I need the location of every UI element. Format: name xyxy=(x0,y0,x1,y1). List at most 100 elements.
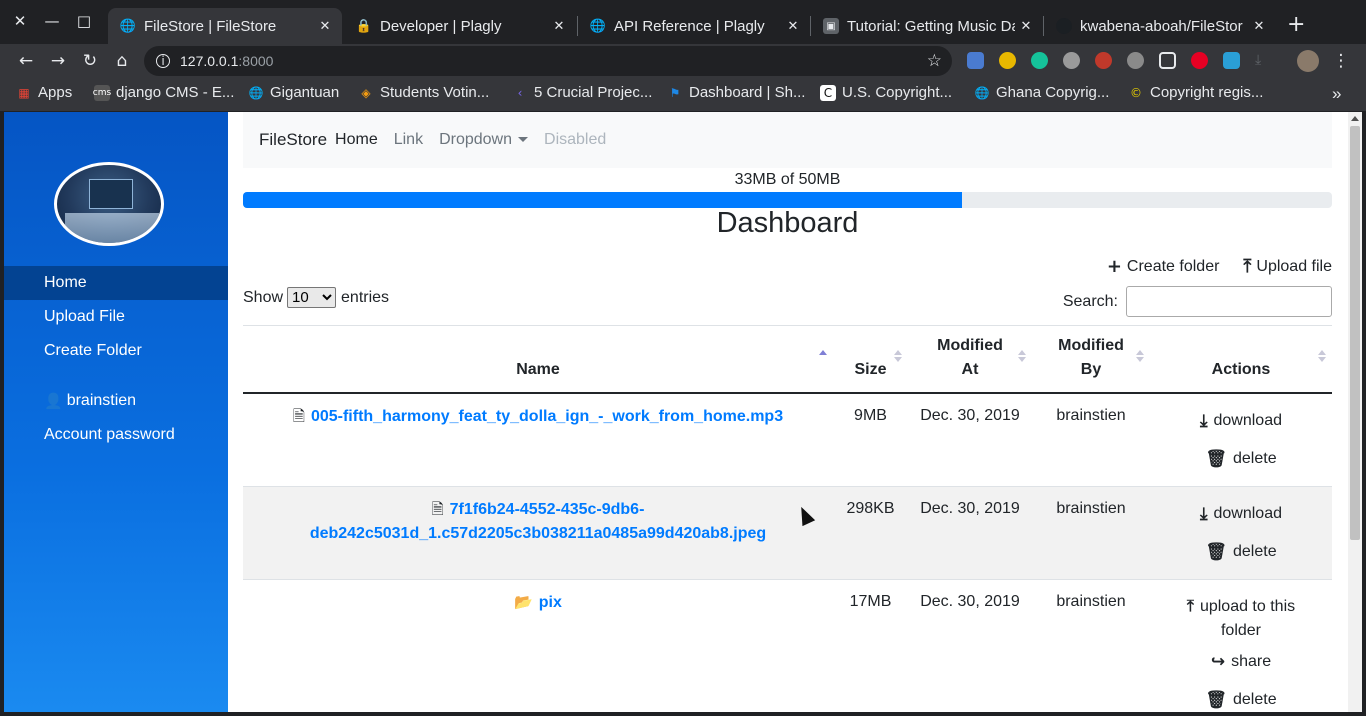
home-icon[interactable]: ⌂ xyxy=(110,49,134,73)
upload-to-folder-label: folder xyxy=(1220,622,1262,639)
search-input[interactable] xyxy=(1126,286,1332,317)
tab-title: Tutorial: Getting Music Da xyxy=(847,17,1015,35)
bookmark-dashboard[interactable]: ⚑ Dashboard | Sh... xyxy=(667,84,806,101)
sidebar-item-upload-file[interactable]: Upload File xyxy=(4,300,228,334)
bookmark-label: U.S. Copyright... xyxy=(842,84,953,101)
bookmark-apps[interactable]: ▦ Apps xyxy=(16,84,72,101)
reload-icon[interactable]: ↻ xyxy=(78,49,102,73)
sidebar-item-create-folder[interactable]: Create Folder xyxy=(4,334,228,368)
site-info-icon[interactable]: i xyxy=(156,54,170,68)
address-bar[interactable]: i 127.0.0.1:8000 ☆ xyxy=(144,46,952,76)
maximize-window-icon[interactable]: □ xyxy=(71,8,97,34)
delete-button[interactable]: 🗑 delete xyxy=(1150,533,1332,571)
extension-icon[interactable] xyxy=(1223,52,1240,69)
back-icon[interactable]: ← xyxy=(14,49,38,73)
profile-avatar[interactable] xyxy=(1297,50,1319,72)
scroll-up-arrow-icon[interactable] xyxy=(1351,116,1359,121)
tab-github[interactable]: kwabena-aboah/FileStor ✕ xyxy=(1044,8,1276,44)
create-folder-label: Create folder xyxy=(1126,257,1220,275)
logo-desk-graphic xyxy=(65,213,159,243)
bookmarks-overflow-button[interactable]: » xyxy=(1332,84,1341,104)
tab-developer-plagly[interactable]: 🔒 Developer | Plagly ✕ xyxy=(344,8,576,44)
close-tab-icon[interactable]: ✕ xyxy=(782,19,804,34)
cube-icon[interactable] xyxy=(1159,52,1176,69)
chevron-left-icon: ‹ xyxy=(517,85,523,100)
column-header-label: Modified By xyxy=(1058,337,1124,378)
close-window-icon[interactable]: ✕ xyxy=(7,8,33,34)
extension-icon[interactable] xyxy=(967,52,984,69)
navbar-brand[interactable]: FileStore xyxy=(259,130,327,150)
sidebar-user[interactable]: 👤 brainstien xyxy=(4,384,228,418)
file-icon: 🗎 xyxy=(431,500,444,518)
delete-button[interactable]: 🗑 delete xyxy=(1150,681,1332,712)
column-header-modified-at[interactable]: Modified At xyxy=(908,326,1032,394)
file-modified-by: brainstien xyxy=(1056,407,1126,424)
bookmark-django-cms[interactable]: cms django CMS - E... xyxy=(93,84,235,101)
close-tab-icon[interactable]: ✕ xyxy=(1248,19,1270,34)
entries-select[interactable]: 10 xyxy=(287,287,337,308)
tab-api-reference[interactable]: 🌐 API Reference | Plagly ✕ xyxy=(578,8,810,44)
share-button[interactable]: ↪ share xyxy=(1150,643,1332,681)
bookmark-ghana-copyright[interactable]: 🌐 Ghana Copyrig... xyxy=(974,84,1110,101)
download-button[interactable]: ⤓ download xyxy=(1150,495,1332,533)
extension-icon[interactable] xyxy=(999,52,1016,69)
forward-icon[interactable]: → xyxy=(46,49,70,73)
settings-gear-icon[interactable] xyxy=(1127,52,1144,69)
page-scrollbar[interactable] xyxy=(1348,112,1362,712)
close-tab-icon[interactable]: ✕ xyxy=(314,19,336,34)
bookmark-crucial-projects[interactable]: ‹ 5 Crucial Projec... xyxy=(512,84,653,101)
grammarly-icon[interactable] xyxy=(1031,52,1048,69)
extension-icon[interactable] xyxy=(1095,52,1112,69)
bookmark-copyright-registration[interactable]: © Copyright regis... xyxy=(1128,84,1263,101)
folder-name-text: pix xyxy=(538,594,562,611)
new-tab-button[interactable]: + xyxy=(1287,12,1305,37)
show-label: Show xyxy=(243,288,284,306)
nav-link[interactable]: Link xyxy=(394,131,423,149)
bookmark-gigantuan[interactable]: 🌐 Gigantuan xyxy=(248,84,340,101)
row-actions: ⤓ download 🗑 delete xyxy=(1150,402,1332,478)
file-name-link[interactable]: 🗎 7f1f6b24-4552-435c-9db6- deb242c5031d_1… xyxy=(243,497,833,546)
nav-home[interactable]: Home xyxy=(335,131,378,149)
tab-tutorial[interactable]: ▣ Tutorial: Getting Music Da ✕ xyxy=(811,8,1043,44)
file-size: 298KB xyxy=(846,500,895,517)
sort-icon xyxy=(1318,350,1326,364)
column-header-actions[interactable]: Actions xyxy=(1150,326,1332,394)
file-name-link[interactable]: 🗎 005-fifth_harmony_feat_ty_dolla_ign_-_w… xyxy=(243,404,833,429)
download-button[interactable]: ⤓ download xyxy=(1150,402,1332,440)
upload-file-button[interactable]: ⤒ Upload file xyxy=(1243,256,1332,277)
table-row: 🗎 005-fifth_harmony_feat_ty_dolla_ign_-_w… xyxy=(243,394,1332,487)
extension-icon[interactable] xyxy=(1063,52,1080,69)
column-header-modified-by[interactable]: Modified By xyxy=(1032,326,1150,394)
top-navbar: FileStore Home Link Dropdown Disabled xyxy=(243,112,1332,168)
bookmark-star-icon[interactable]: ☆ xyxy=(927,51,942,71)
bookmark-label: django CMS - E... xyxy=(116,84,235,101)
tab-filestore[interactable]: 🌐 FileStore | FileStore ✕ xyxy=(108,8,342,44)
bookmark-us-copyright[interactable]: C U.S. Copyright... xyxy=(820,84,952,101)
nav-dropdown[interactable]: Dropdown xyxy=(439,131,529,149)
lock-icon: 🔒 xyxy=(355,18,373,34)
sidebar-item-account-password[interactable]: Account password xyxy=(4,418,228,452)
close-tab-icon[interactable]: ✕ xyxy=(1015,19,1037,34)
main-content: FileStore Home Link Dropdown Disabled 33… xyxy=(243,112,1332,712)
trash-icon: 🗑 xyxy=(1205,449,1227,469)
download-icon[interactable]: ⤓ xyxy=(1255,52,1272,69)
github-icon xyxy=(1056,18,1072,34)
top-actions: + Create folder ⤒ Upload file xyxy=(1083,256,1332,277)
menu-kebab-icon[interactable]: ⋮ xyxy=(1329,49,1353,73)
create-folder-button[interactable]: + Create folder xyxy=(1107,256,1220,277)
delete-button[interactable]: 🗑 delete xyxy=(1150,440,1332,478)
upload-to-folder-label: upload to this xyxy=(1199,598,1296,615)
sidebar-item-home[interactable]: Home xyxy=(4,266,228,300)
bookmark-students-voting[interactable]: ◈ Students Votin... xyxy=(358,84,489,101)
minimize-window-icon[interactable]: — xyxy=(39,8,65,34)
folder-name-link[interactable]: 📂 pix xyxy=(243,590,833,615)
close-tab-icon[interactable]: ✕ xyxy=(548,19,570,34)
sort-icon xyxy=(1018,350,1026,364)
scrollbar-thumb[interactable] xyxy=(1350,126,1360,540)
column-header-name[interactable]: Name xyxy=(243,326,833,394)
user-icon: 👤 xyxy=(44,392,63,410)
column-header-size[interactable]: Size xyxy=(833,326,908,394)
apps-grid-icon: ▦ xyxy=(18,85,30,100)
pinterest-icon[interactable] xyxy=(1191,52,1208,69)
upload-to-folder-button[interactable]: ⤒ upload to this folder xyxy=(1150,594,1332,643)
